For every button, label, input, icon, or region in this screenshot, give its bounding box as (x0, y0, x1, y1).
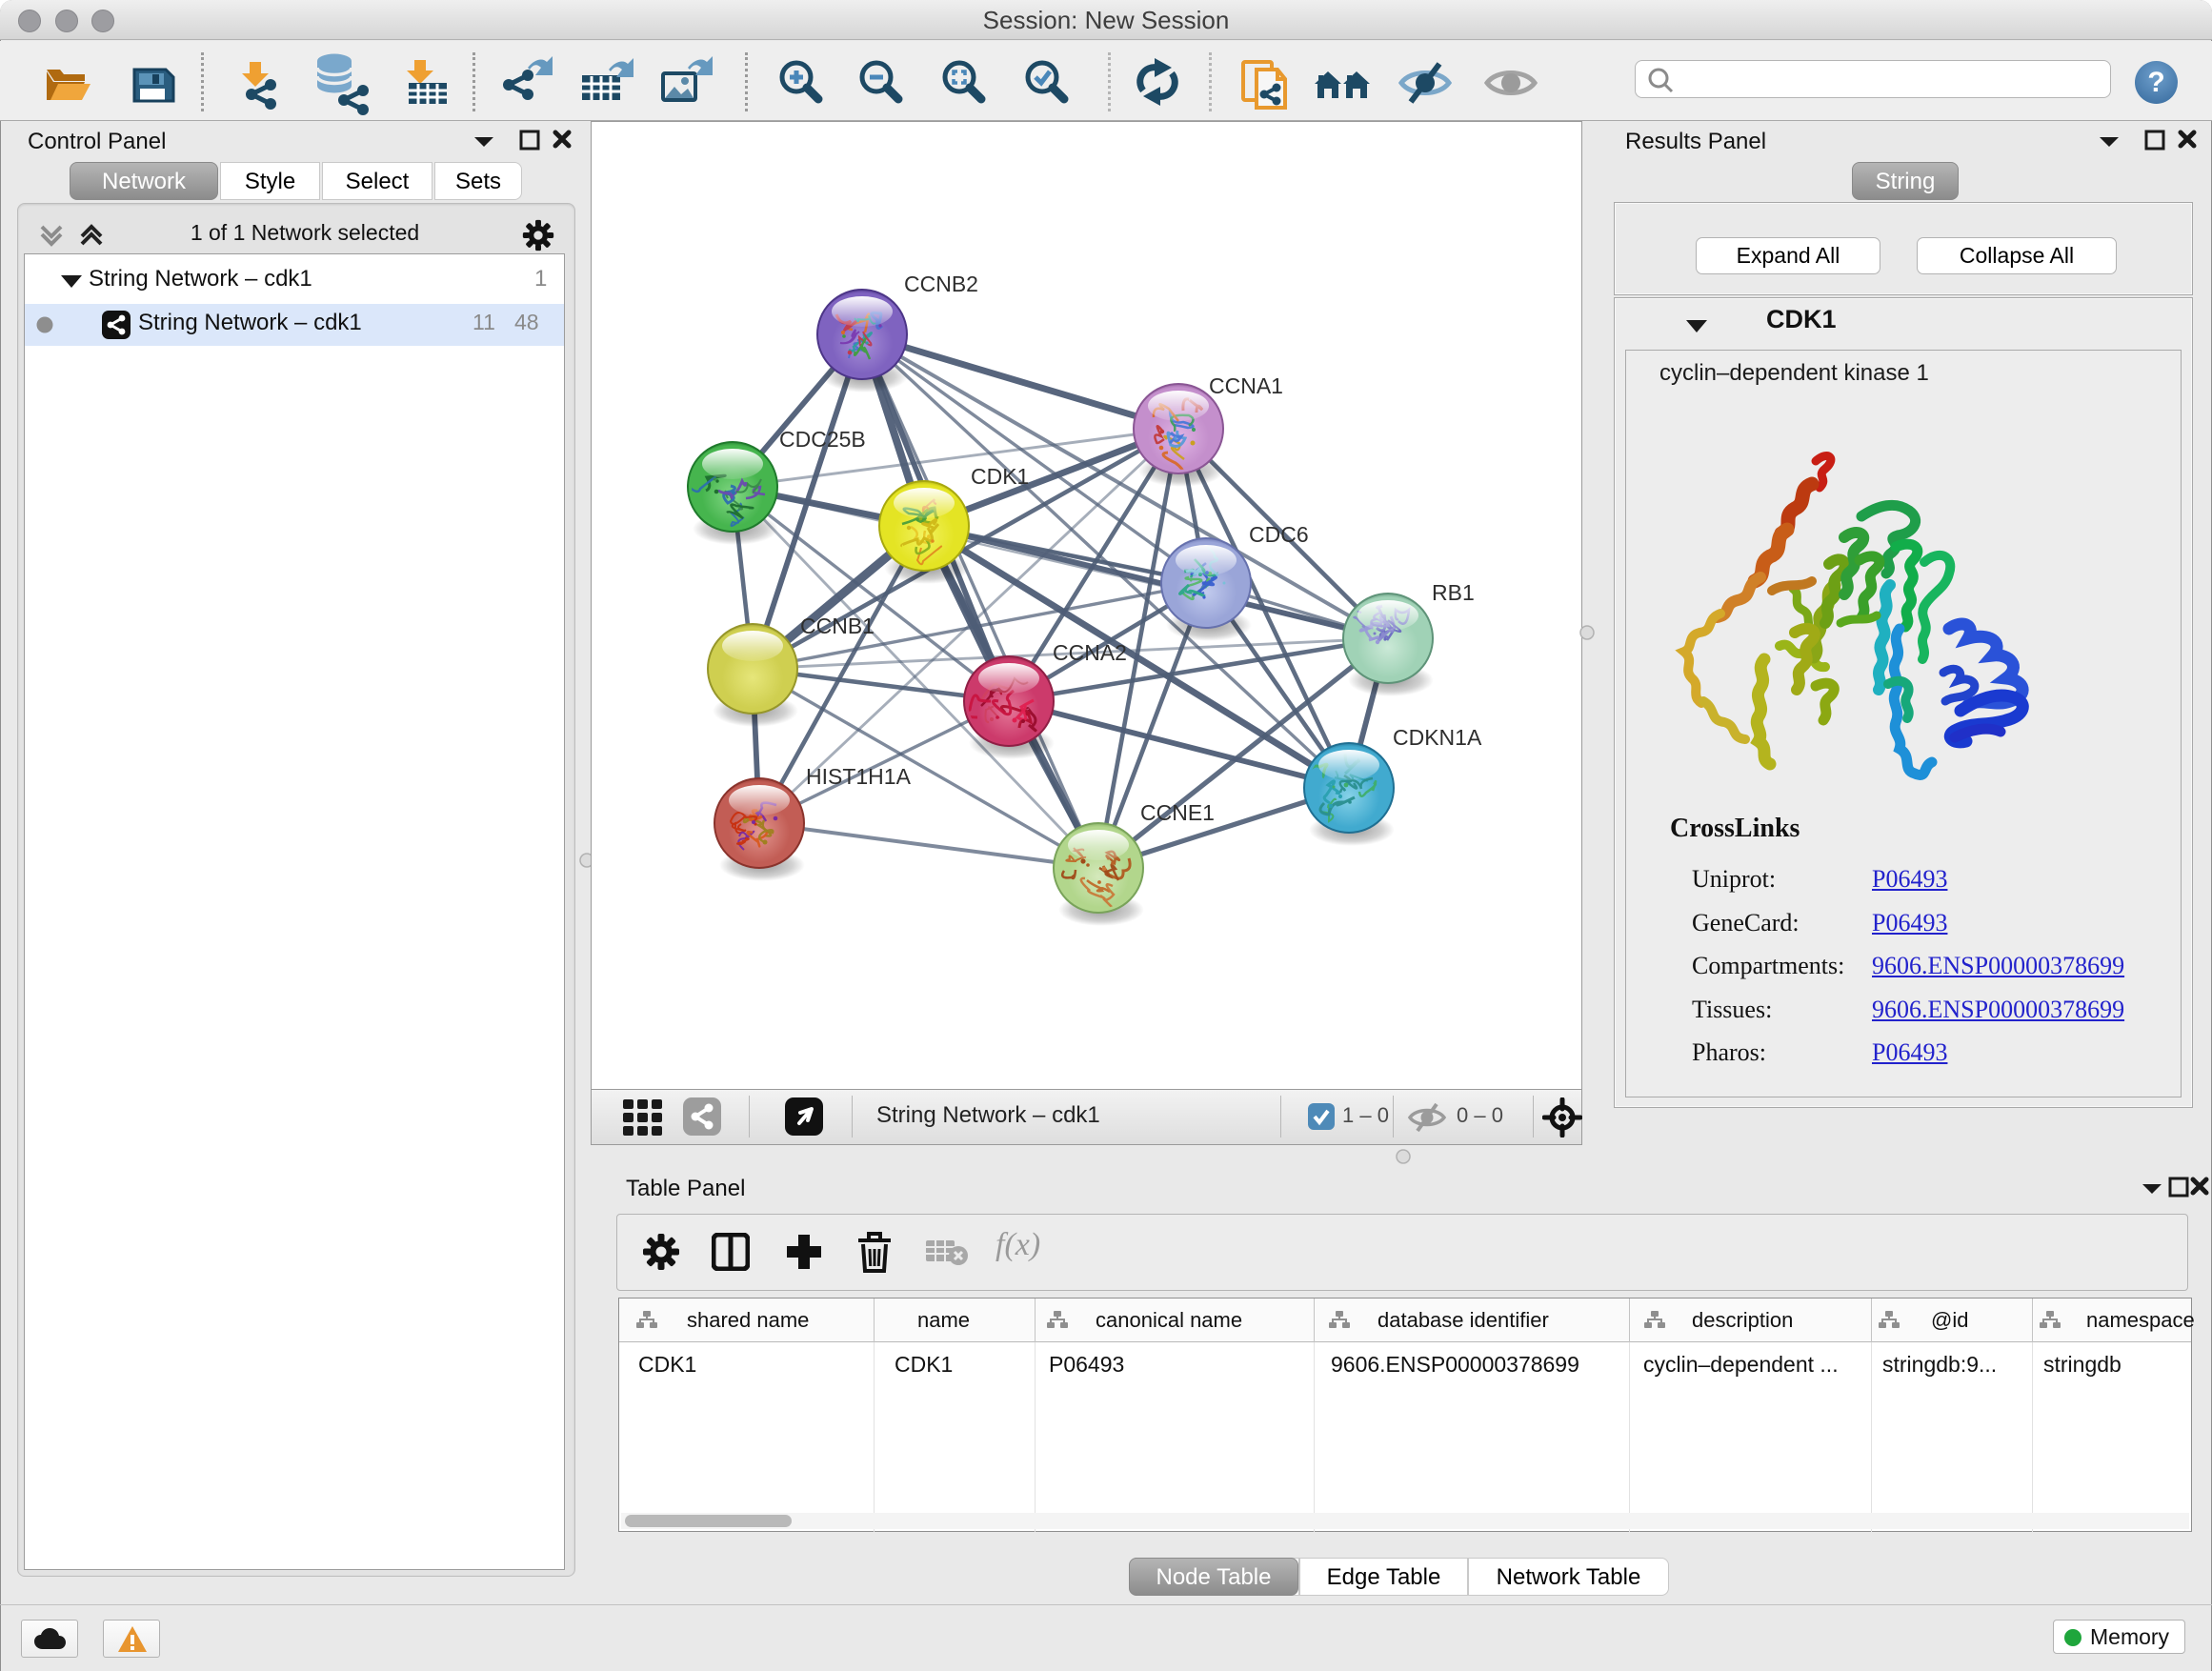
svg-text:CCNB2: CCNB2 (904, 272, 978, 296)
svg-text:HIST1H1A: HIST1H1A (806, 764, 912, 789)
svg-text:CCNB1: CCNB1 (800, 614, 875, 638)
svg-text:CDKN1A: CDKN1A (1393, 725, 1482, 750)
svg-text:CDC25B: CDC25B (779, 427, 866, 452)
svg-text:CCNE1: CCNE1 (1140, 800, 1215, 825)
svg-text:CCNA2: CCNA2 (1053, 640, 1127, 665)
svg-text:CDK1: CDK1 (971, 464, 1029, 489)
svg-text:CCNA1: CCNA1 (1209, 373, 1283, 398)
svg-text:CDC6: CDC6 (1249, 522, 1309, 547)
svg-text:RB1: RB1 (1432, 580, 1475, 605)
